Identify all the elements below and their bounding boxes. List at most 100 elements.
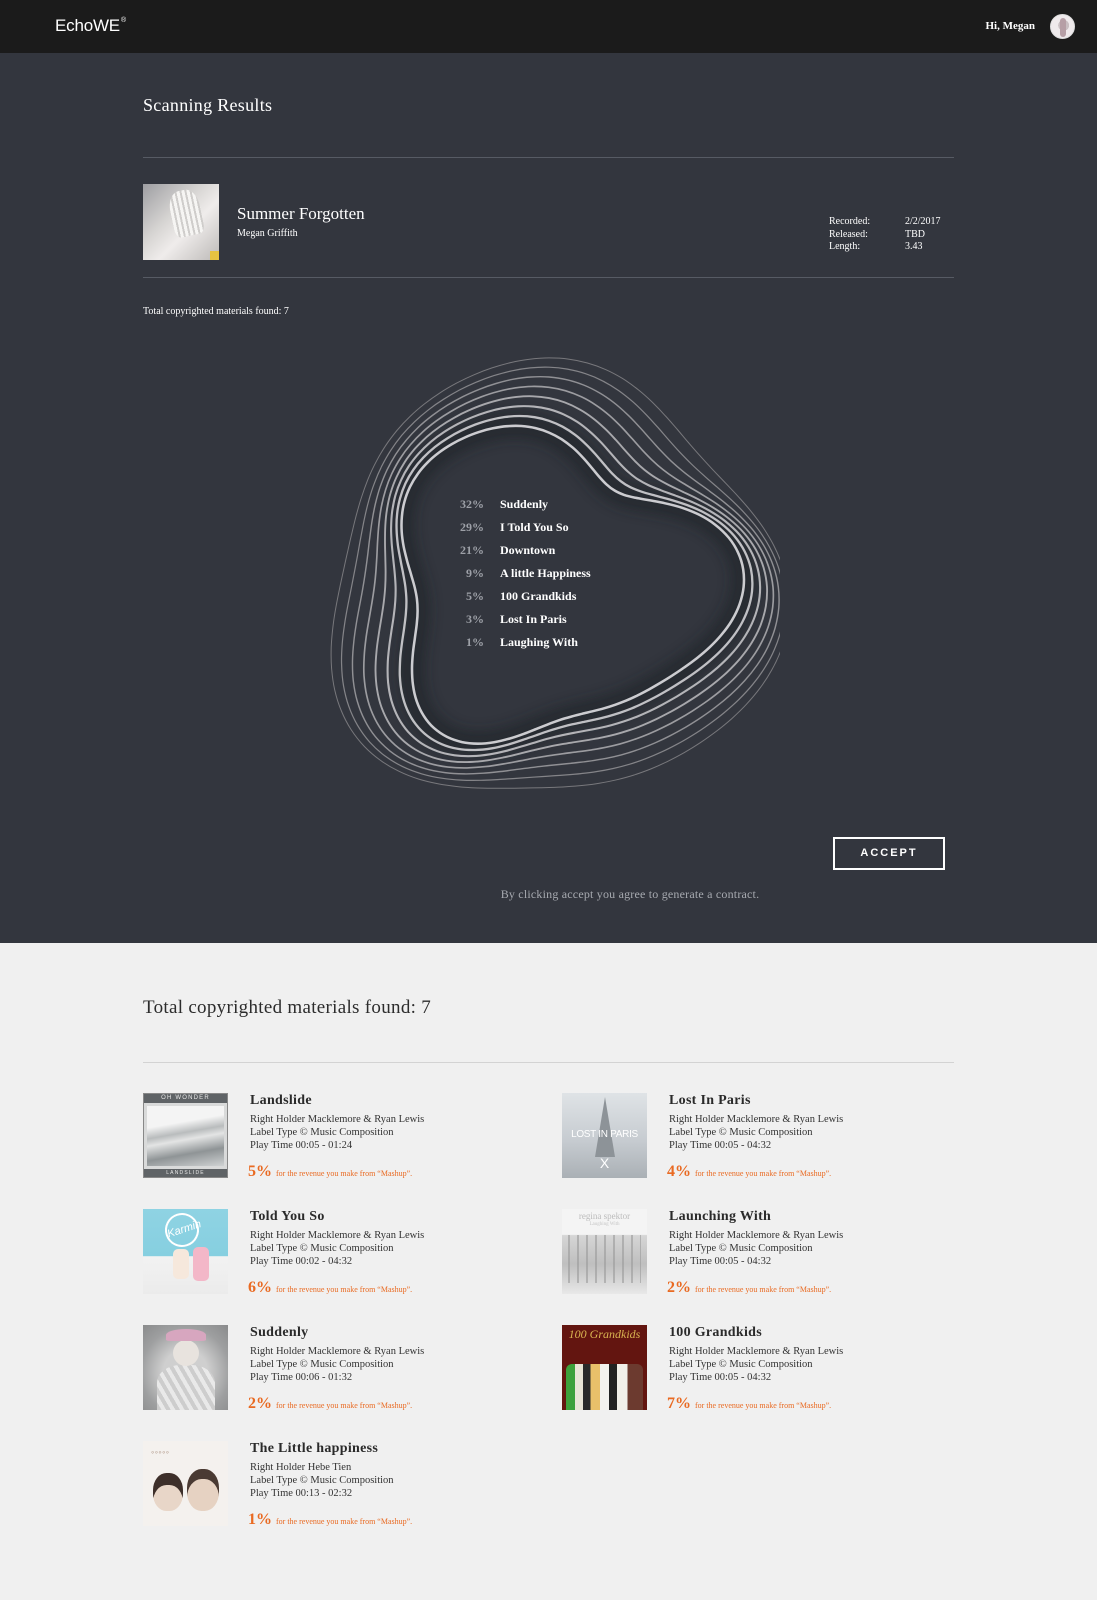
match-result: 9% A little Happiness <box>440 562 640 585</box>
cover-title-text: LANDSLIDE <box>144 1169 227 1177</box>
match-percent: 5% <box>466 589 484 603</box>
meta-length: Length: 3.43 <box>829 241 941 254</box>
match-song: Lost In Paris <box>500 612 567 626</box>
material-card-launching-with[interactable]: regina spektor Laughing With Launching W… <box>562 1209 942 1309</box>
cover-image <box>187 1469 219 1511</box>
app-logo-text: EchoWE <box>55 16 120 35</box>
play-time: Play Time 00:02 - 04:32 <box>250 1256 353 1267</box>
cover-image <box>566 1364 643 1410</box>
share-note: for the revenue you make from “Mashup”. <box>695 1169 832 1178</box>
album-cover: OH WONDER LANDSLIDE <box>143 1093 228 1178</box>
play-time: Play Time 00:13 - 02:32 <box>250 1488 353 1499</box>
play-time: Play Time 00:06 - 01:32 <box>250 1372 353 1383</box>
meta-released: Released: TBD <box>829 229 941 242</box>
meta-label: Length: <box>829 241 861 252</box>
share-note: for the revenue you make from “Mashup”. <box>276 1401 413 1410</box>
material-card-lost-in-paris[interactable]: LOST IN PARIS X Lost In Paris Right Hold… <box>562 1093 942 1193</box>
label-type: Label Type © Music Composition <box>250 1359 394 1370</box>
match-percent: 21% <box>460 543 484 557</box>
top-nav: EchoWE® Hi, Megan <box>0 0 1097 53</box>
meta-value: 2/2/2017 <box>905 216 941 227</box>
material-card-told-you-so[interactable]: Karmin Told You So Right Holder Macklemo… <box>143 1209 523 1309</box>
cover-image <box>157 1365 215 1410</box>
material-card-100-grandkids[interactable]: 100 Grandkids 100 Grandkids Right Holder… <box>562 1325 942 1425</box>
match-song: Downtown <box>500 543 556 557</box>
match-result: 29% I Told You So <box>440 516 640 539</box>
meta-label: Recorded: <box>829 216 871 227</box>
right-holder: Right Holder Macklemore & Ryan Lewis <box>250 1346 425 1357</box>
match-song: 100 Grandkids <box>500 589 577 603</box>
revenue-share: 1% for the revenue you make from “Mashup”… <box>248 1511 412 1529</box>
revenue-share: 5% for the revenue you make from “Mashup”… <box>248 1163 412 1181</box>
right-holder: Right Holder Macklemore & Ryan Lewis <box>669 1230 844 1241</box>
found-count-label: Total copyrighted materials found: 7 <box>143 306 289 317</box>
match-results-list: 32% Suddenly 29% I Told You So 21% Downtown… <box>440 493 640 654</box>
match-percent: 29% <box>460 520 484 534</box>
cover-image <box>166 1329 206 1341</box>
page-title: Scanning Results <box>143 95 273 115</box>
share-percent: 2% <box>248 1395 272 1412</box>
revenue-share: 2% for the revenue you make from “Mashup”… <box>667 1279 831 1297</box>
revenue-share: 6% for the revenue you make from “Mashup”… <box>248 1279 412 1297</box>
match-song: I Told You So <box>500 520 569 534</box>
match-result: 5% 100 Grandkids <box>440 585 640 608</box>
album-cover: regina spektor Laughing With <box>562 1209 647 1294</box>
material-card-little-happiness[interactable]: ◦◦◦◦◦ The Little happiness Right Holder … <box>143 1441 523 1541</box>
share-percent: 5% <box>248 1163 272 1180</box>
cover-logo: ◦◦◦◦◦ <box>151 1447 170 1457</box>
revenue-share: 2% for the revenue you make from “Mashup”… <box>248 1395 412 1413</box>
play-time: Play Time 00:05 - 04:32 <box>669 1140 772 1151</box>
right-holder: Right Holder Macklemore & Ryan Lewis <box>250 1114 425 1125</box>
share-percent: 7% <box>667 1395 691 1412</box>
meta-label: Released: <box>829 228 868 240</box>
material-card-landslide[interactable]: OH WONDER LANDSLIDE Landslide Right Hold… <box>143 1093 523 1193</box>
material-title: The Little happiness <box>250 1441 379 1456</box>
label-type: Label Type © Music Composition <box>669 1359 813 1370</box>
registered-mark: ® <box>120 17 126 24</box>
share-note: for the revenue you make from “Mashup”. <box>276 1517 413 1526</box>
divider <box>143 157 954 158</box>
play-time: Play Time 00:05 - 04:32 <box>669 1256 772 1267</box>
play-time: Play Time 00:05 - 04:32 <box>669 1372 772 1383</box>
cover-image <box>147 1106 224 1166</box>
material-title: Lost In Paris <box>669 1093 751 1108</box>
app-logo[interactable]: EchoWE® <box>55 16 126 36</box>
share-percent: 1% <box>248 1511 272 1528</box>
match-result: 21% Downtown <box>440 539 640 562</box>
cover-title-text: Laughing With <box>589 1222 620 1227</box>
album-cover: 100 Grandkids <box>562 1325 647 1410</box>
match-song: Suddenly <box>500 497 549 511</box>
user-greeting: Hi, Megan <box>985 20 1036 32</box>
divider <box>143 277 954 278</box>
right-holder: Right Holder Hebe Tien <box>250 1462 352 1473</box>
cover-image <box>153 1473 183 1511</box>
cover-mark: X <box>599 1155 610 1171</box>
label-type: Label Type © Music Composition <box>669 1127 813 1138</box>
share-note: for the revenue you make from “Mashup”. <box>695 1285 832 1294</box>
material-card-suddenly[interactable]: Suddenly Right Holder Macklemore & Ryan … <box>143 1325 523 1425</box>
match-percent: 1% <box>466 635 484 649</box>
match-percent: 32% <box>460 497 484 511</box>
track-meta: Recorded: 2/2/2017 Released: TBD Length: 3.… <box>829 216 941 254</box>
right-holder: Right Holder Macklemore & Ryan Lewis <box>669 1114 844 1125</box>
share-percent: 6% <box>248 1279 272 1296</box>
label-type: Label Type © Music Composition <box>250 1475 394 1486</box>
label-type: Label Type © Music Composition <box>250 1127 394 1138</box>
user-avatar[interactable] <box>1050 14 1075 39</box>
match-result: 32% Suddenly <box>440 493 640 516</box>
share-note: for the revenue you make from “Mashup”. <box>695 1401 832 1410</box>
label-type: Label Type © Music Composition <box>669 1243 813 1254</box>
cover-image <box>568 1235 641 1283</box>
meta-value: TBD <box>905 228 925 240</box>
cover-title-text: 100 Grandkids <box>568 1327 641 1341</box>
right-holder: Right Holder Macklemore & Ryan Lewis <box>669 1346 844 1357</box>
cover-image <box>193 1247 209 1281</box>
material-title: 100 Grandkids <box>669 1325 762 1340</box>
cover-image <box>173 1340 199 1366</box>
accept-button[interactable]: ACCEPT <box>833 837 945 870</box>
track-cover-art <box>143 184 219 260</box>
meta-recorded: Recorded: 2/2/2017 <box>829 216 941 229</box>
material-title: Landslide <box>250 1093 312 1108</box>
match-result: 1% Laughing With <box>440 631 640 654</box>
cover-title-text: Karmin <box>160 1209 204 1252</box>
